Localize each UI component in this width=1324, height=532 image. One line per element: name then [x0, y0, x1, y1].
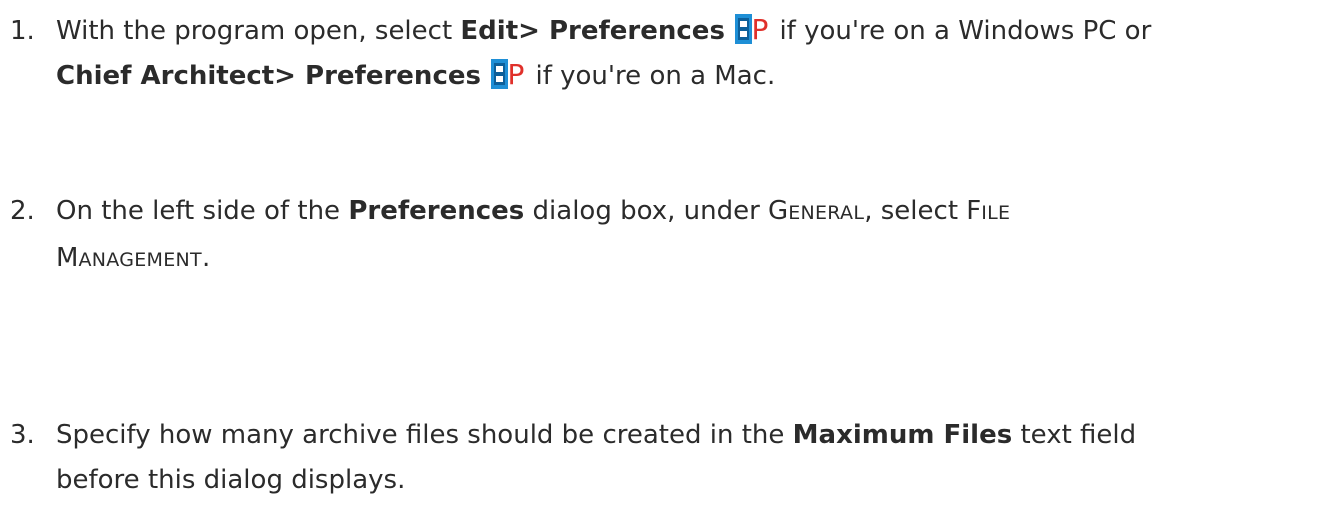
step-1-line-1: 1. With the program open, select Edit> Pr… [10, 13, 1152, 46]
step-text: dialog box, under [524, 196, 769, 226]
step-1-line-2: Chief Architect> Preferences P if you're… [10, 54, 1310, 99]
menu-path-mac: Chief Architect> Preferences [56, 61, 481, 91]
preferences-icon: P [735, 13, 769, 46]
step-number: 1. [10, 16, 35, 46]
step-text: text field [1012, 420, 1137, 450]
step-text: if you're on a Windows PC or [771, 16, 1152, 46]
panel-file-management: FILE [966, 196, 1011, 226]
step-2-line-2: MANAGEMENT. [10, 236, 1310, 283]
step-3-line-1: 3. Specify how many archive files should … [10, 420, 1136, 450]
step-number: 2. [10, 196, 35, 226]
svg-text:P: P [752, 14, 769, 44]
category-general: GENERAL [768, 196, 865, 226]
step-text: . [201, 243, 211, 273]
step-2-line-1: 2. On the left side of the Preferences di… [10, 196, 1010, 226]
step-text: , select [864, 196, 967, 226]
step-text: before this dialog displays. [56, 465, 406, 495]
step-text: With the program open, select [56, 16, 461, 46]
step-3: 3. Specify how many archive files should … [10, 413, 1310, 503]
step-text: if you're on a Mac. [527, 61, 776, 91]
step-text: Specify how many archive files should be… [56, 420, 793, 450]
step-text: On the left side of the [56, 196, 349, 226]
dialog-name: Preferences [348, 196, 525, 226]
step-2: 2. On the left side of the Preferences di… [10, 189, 1310, 283]
step-1: 1. With the program open, select Edit> Pr… [10, 9, 1310, 99]
panel-file-management-cont: MANAGEMENT [56, 243, 202, 273]
step-3-line-2: before this dialog displays. [10, 458, 1310, 503]
field-name: Maximum Files [792, 420, 1013, 450]
svg-text:P: P [508, 59, 525, 89]
step-number: 3. [10, 420, 35, 450]
preferences-icon: P [491, 58, 525, 91]
menu-path-windows: Edit> Preferences [460, 16, 725, 46]
